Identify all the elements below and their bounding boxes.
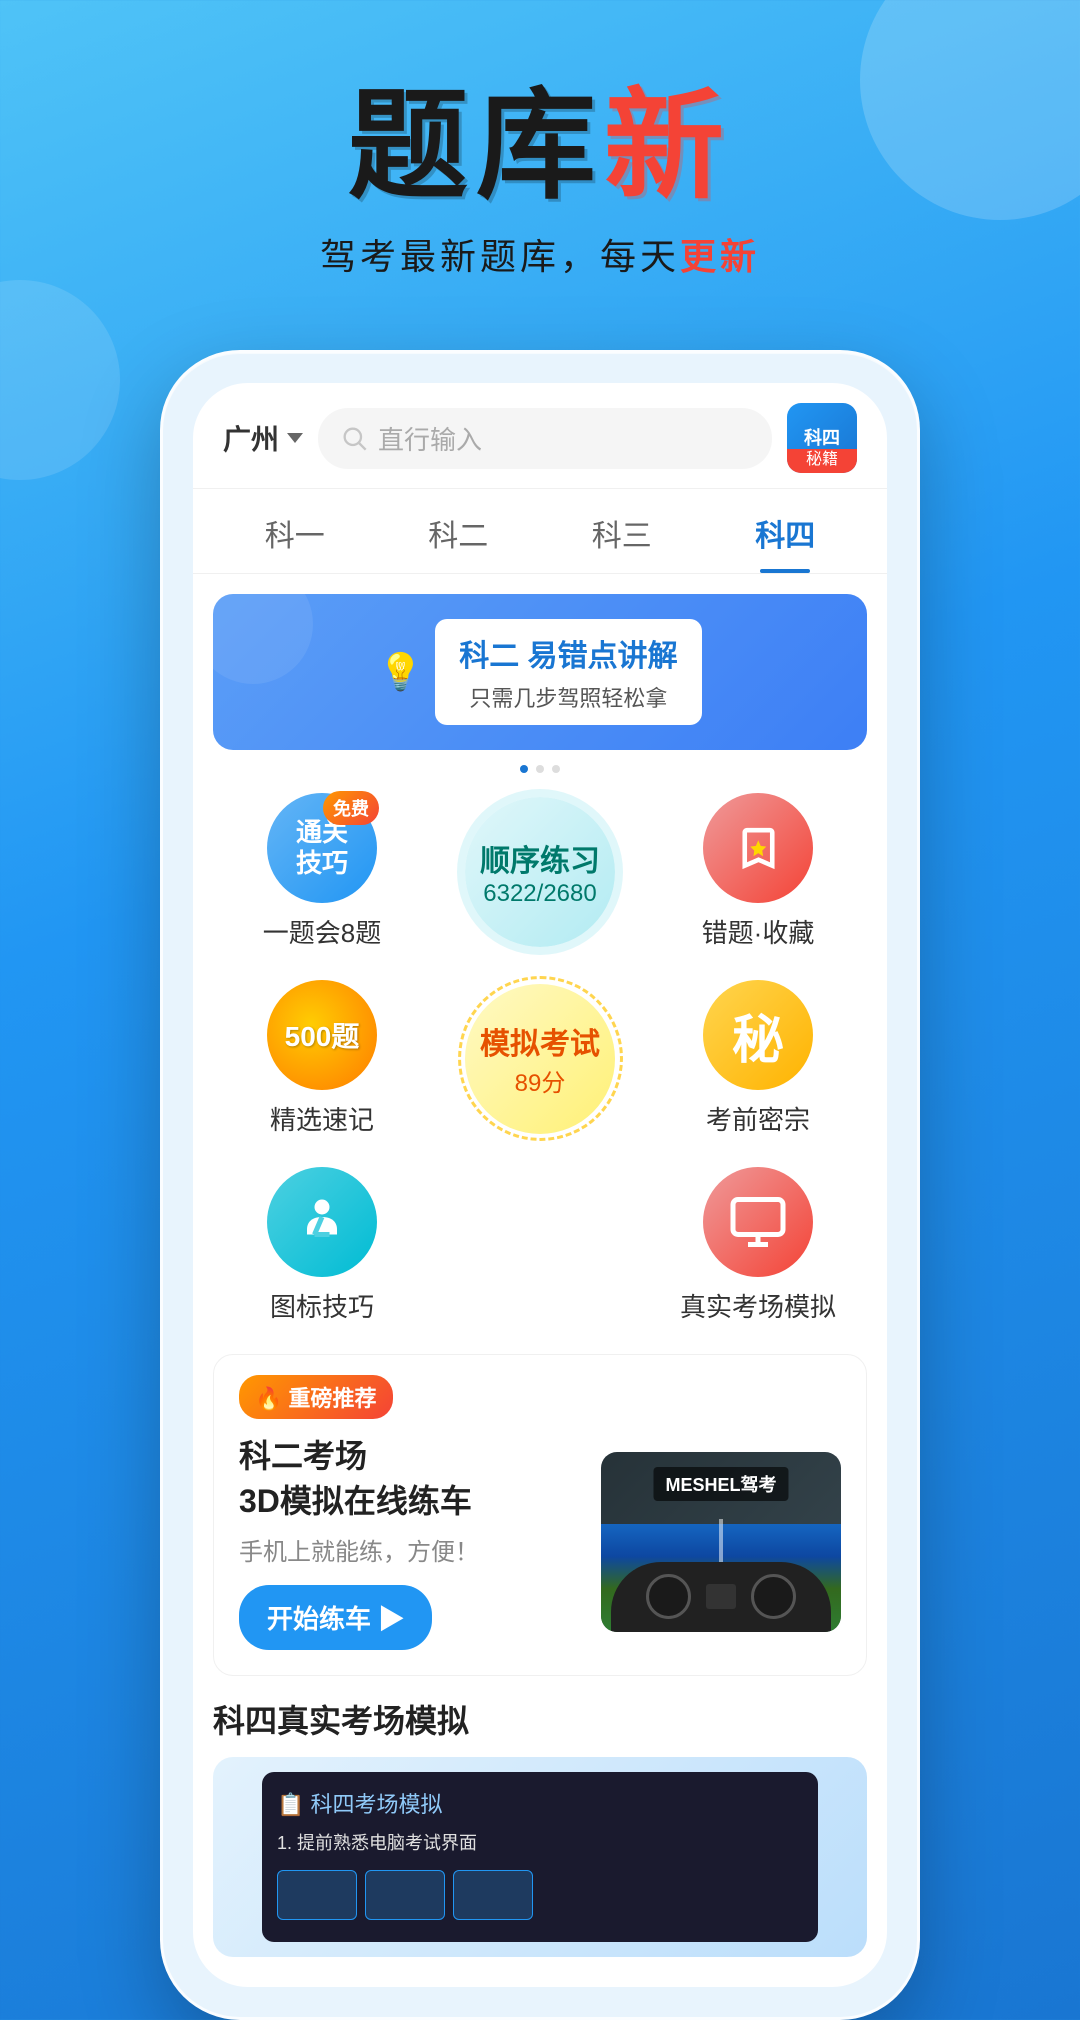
banner-subtitle: 只需几步驾照轻松拿 xyxy=(459,681,677,713)
city-selector[interactable]: 广州 xyxy=(223,418,303,458)
tab-ke4[interactable]: 科四 xyxy=(704,489,868,573)
real-label: 真实考场模拟 xyxy=(680,1287,836,1324)
tab-ke3[interactable]: 科三 xyxy=(540,489,704,573)
promo-banner[interactable]: 💡 科二 易错点讲解 只需几步驾照轻松拿 xyxy=(213,594,867,750)
mock-circle: 模拟考试 89分 xyxy=(465,984,615,1134)
feature-row-1: 通关技巧 免费 一题会8题 顺序练习 6322/2680 xyxy=(213,783,867,960)
secret-icon: 秘 xyxy=(703,980,813,1090)
speed-icon: 500题 xyxy=(267,980,377,1090)
header-subtitle: 驾考最新题库，每天更新 xyxy=(0,228,1080,280)
recommendation-section: 🔥 重磅推荐 科二考场 3D模拟在线练车 手机上就能练，方便！ 开始练车 ▶ xyxy=(213,1354,867,1676)
start-practice-button[interactable]: 开始练车 ▶ xyxy=(239,1585,432,1650)
mock-wrapper: 模拟考试 89分 xyxy=(465,984,615,1134)
bookmark-icon xyxy=(731,821,786,876)
free-badge: 免费 xyxy=(323,791,379,825)
tricks-icon: 通关技巧 免费 xyxy=(267,793,377,903)
mock-circle-title: 模拟考试 xyxy=(480,1019,600,1063)
real-icon xyxy=(703,1167,813,1277)
feature-rows: 通关技巧 免费 一题会8题 顺序练习 6322/2680 xyxy=(193,783,887,1334)
search-icon xyxy=(340,424,368,452)
dot-3 xyxy=(552,765,560,773)
sci4-screen-content: 📋 科四考场模拟 1. 提前熟悉电脑考试界面 xyxy=(277,1787,803,1920)
dot-1 xyxy=(520,765,528,773)
banner-main-text-box: 科二 易错点讲解 只需几步驾照轻松拿 xyxy=(435,619,701,725)
secret-badge-bottom-label: 秘籍 xyxy=(806,445,838,469)
secret-badge-button[interactable]: 科四 秘籍 xyxy=(787,403,857,473)
sci4-title: 科四真实考场模拟 xyxy=(213,1696,867,1742)
mistakes-label: 错题·收藏 xyxy=(702,913,815,950)
feature-row-3: 图标技巧 真实考场模拟 xyxy=(213,1157,867,1334)
header-section: 题库新 驾考最新题库，每天更新 xyxy=(0,0,1080,320)
monitor-icon xyxy=(728,1192,788,1252)
feature-symbol[interactable]: 图标技巧 xyxy=(213,1157,431,1334)
bottom-spacer xyxy=(193,1957,887,1987)
rec-text: 科二考场 3D模拟在线练车 手机上就能练，方便！ 开始练车 ▶ xyxy=(239,1434,581,1650)
tricks-label: 一题会8题 xyxy=(263,913,381,950)
speed-label: 精选速记 xyxy=(270,1100,374,1137)
nav-tabs: 科一 科二 科三 科四 xyxy=(193,489,887,574)
car-dashboard xyxy=(611,1562,831,1632)
dropdown-arrow-icon xyxy=(287,433,303,443)
phone-frame: 广州 直行输入 科四 秘籍 科一 xyxy=(160,350,920,2020)
phone-container: 广州 直行输入 科四 秘籍 科一 xyxy=(0,350,1080,2020)
practice-count: 6322/2680 xyxy=(483,880,596,908)
symbol-icon xyxy=(267,1167,377,1277)
title-black: 题库 xyxy=(348,79,604,213)
phone-topbar: 广州 直行输入 科四 秘籍 xyxy=(193,383,887,489)
dashboard-gauge-2 xyxy=(751,1574,796,1619)
search-bar[interactable]: 直行输入 xyxy=(318,408,772,469)
header-title: 题库新 xyxy=(0,80,1080,212)
symbol-label: 图标技巧 xyxy=(270,1287,374,1324)
meshel-label: MESHEL驾考 xyxy=(653,1467,788,1501)
tab-ke1[interactable]: 科一 xyxy=(213,489,377,573)
title-red: 新 xyxy=(604,79,732,213)
feature-practice[interactable]: 顺序练习 6322/2680 xyxy=(431,787,649,957)
banner-content: 💡 科二 易错点讲解 只需几步驾照轻松拿 xyxy=(378,619,701,725)
mistakes-icon xyxy=(703,793,813,903)
banner-title: 科二 易错点讲解 xyxy=(459,631,677,675)
dot-2 xyxy=(536,765,544,773)
dashboard-gauge-1 xyxy=(646,1574,691,1619)
feature-tricks[interactable]: 通关技巧 免费 一题会8题 xyxy=(213,783,431,960)
city-name: 广州 xyxy=(223,418,279,458)
feature-mistakes[interactable]: 错题·收藏 xyxy=(649,783,867,960)
practice-circle-title: 顺序练习 xyxy=(480,836,600,880)
feature-secret[interactable]: 秘 考前密宗 xyxy=(649,970,867,1147)
secret-label: 考前密宗 xyxy=(706,1100,810,1137)
tab-ke2[interactable]: 科二 xyxy=(377,489,541,573)
banner-bulb-icon: 💡 xyxy=(378,651,423,693)
mock-score: 89分 xyxy=(515,1063,566,1098)
feature-mock[interactable]: 模拟考试 89分 xyxy=(431,974,649,1144)
rec-car-image: MESHEL驾考 xyxy=(601,1452,841,1632)
sci4-section: 科四真实考场模拟 📋 科四考场模拟 1. 提前熟悉电脑考试界面 xyxy=(213,1696,867,1957)
phone-screen: 广州 直行输入 科四 秘籍 科一 xyxy=(193,383,887,1987)
search-placeholder-text: 直行输入 xyxy=(378,420,482,457)
dashboard-center xyxy=(706,1584,736,1609)
empty-center-cell xyxy=(431,1236,649,1256)
feature-speed[interactable]: 500题 精选速记 xyxy=(213,970,431,1147)
rec-badge: 🔥 重磅推荐 xyxy=(239,1375,393,1419)
practice-circle: 顺序练习 6322/2680 xyxy=(465,797,615,947)
sci4-image[interactable]: 📋 科四考场模拟 1. 提前熟悉电脑考试界面 xyxy=(213,1757,867,1957)
banner-dots xyxy=(193,765,887,773)
rec-content: 科二考场 3D模拟在线练车 手机上就能练，方便！ 开始练车 ▶ M xyxy=(214,1434,866,1675)
rec-title: 科二考场 3D模拟在线练车 xyxy=(239,1434,581,1524)
person-seatbelt-icon xyxy=(292,1192,352,1252)
sci4-screen: 📋 科四考场模拟 1. 提前熟悉电脑考试界面 xyxy=(262,1772,818,1942)
feature-real[interactable]: 真实考场模拟 xyxy=(649,1157,867,1334)
rec-desc: 手机上就能练，方便！ xyxy=(239,1532,581,1567)
rec-header: 🔥 重磅推荐 xyxy=(214,1355,866,1434)
feature-row-2: 500题 精选速记 模拟考试 89分 xyxy=(213,970,867,1147)
